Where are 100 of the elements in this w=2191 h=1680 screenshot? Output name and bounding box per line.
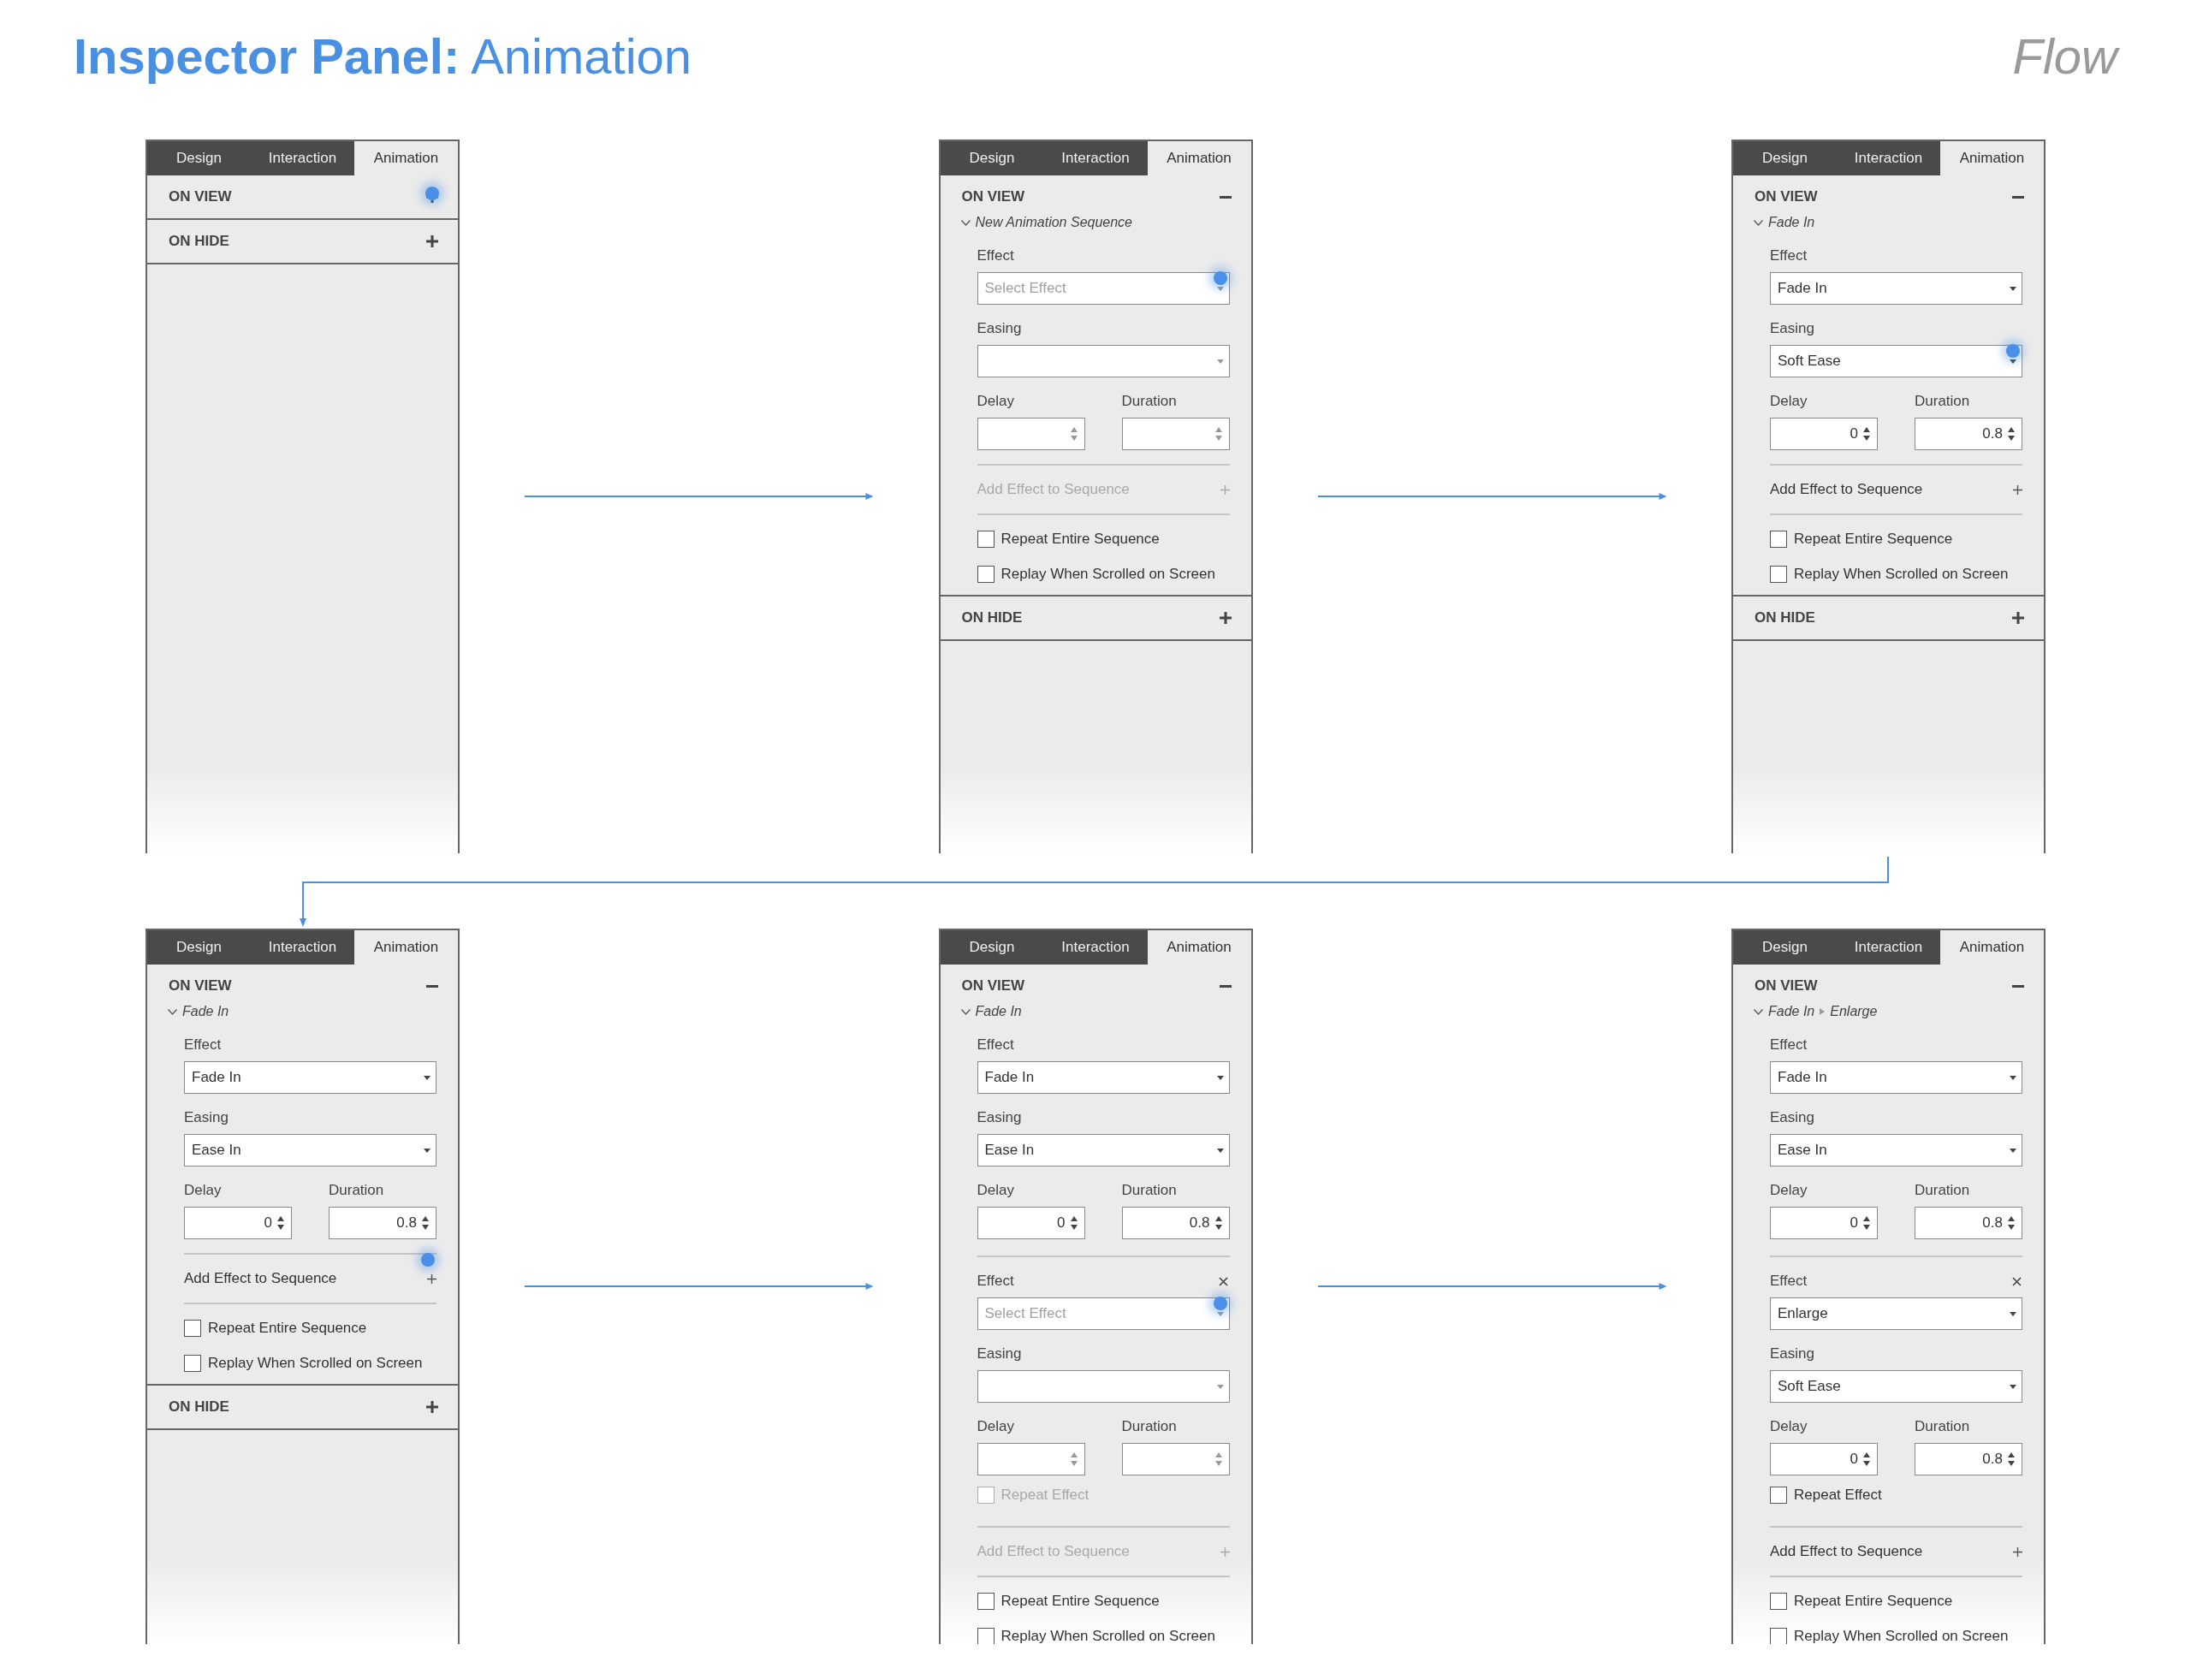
number-field[interactable] xyxy=(1121,418,1230,450)
field-label: Duration xyxy=(1121,392,1178,411)
dropdown[interactable]: Enlarge xyxy=(1770,1297,2022,1330)
tab[interactable]: Interaction xyxy=(251,930,354,965)
dropdown[interactable]: Fade In xyxy=(977,1061,1230,1094)
expand-button[interactable] xyxy=(424,1398,441,1416)
tab[interactable]: Animation xyxy=(1147,930,1251,965)
number-field[interactable]: 0 xyxy=(977,1207,1085,1239)
caret-icon xyxy=(424,1075,430,1080)
close-icon xyxy=(2011,1276,2022,1286)
stepper-icon xyxy=(2008,1452,2015,1466)
dropdown[interactable]: Ease In xyxy=(184,1134,436,1167)
remove-button[interactable] xyxy=(2010,1275,2022,1287)
section-title: ON VIEW xyxy=(961,187,1025,207)
tab[interactable]: Interaction xyxy=(1837,141,1940,175)
number-field[interactable]: 0.8 xyxy=(329,1207,436,1239)
dropdown[interactable]: Fade In xyxy=(1770,1061,2022,1094)
dropdown[interactable] xyxy=(977,345,1230,377)
number-field[interactable]: 0 xyxy=(1770,418,1878,450)
checkbox-label: Replay When Scrolled on Screen xyxy=(1000,1626,1215,1644)
tab[interactable]: Design xyxy=(1733,930,1837,965)
tab[interactable]: Design xyxy=(940,930,1044,965)
tab[interactable]: Interaction xyxy=(1043,930,1148,965)
tab[interactable]: Design xyxy=(147,141,251,175)
dropdown[interactable]: Ease In xyxy=(1770,1134,2022,1167)
number-field[interactable]: 0.8 xyxy=(1915,1443,2022,1475)
dropdown[interactable]: Fade In xyxy=(1770,272,2022,305)
field-label: Effect xyxy=(1770,246,1808,265)
field-label: Duration xyxy=(1915,392,1971,411)
number-field[interactable]: 0 xyxy=(1770,1443,1878,1475)
dropdown[interactable]: Soft Ease xyxy=(1770,1370,2022,1403)
expand-button[interactable] xyxy=(2010,609,2027,626)
sequence-name: Fade In xyxy=(975,1003,1022,1020)
tab[interactable]: Design xyxy=(147,930,251,965)
number-field[interactable] xyxy=(1121,1443,1230,1475)
stepper-icon xyxy=(1863,427,1870,441)
tab[interactable]: Animation xyxy=(354,141,458,175)
caret-icon xyxy=(1216,1148,1224,1153)
field-label: Easing xyxy=(1770,1108,1814,1127)
minus-icon xyxy=(1219,195,1232,199)
close-icon xyxy=(1219,1276,1228,1286)
tab[interactable]: Animation xyxy=(1940,930,2044,965)
field-label: Easing xyxy=(184,1108,229,1127)
checkbox[interactable] xyxy=(1770,1486,1787,1504)
checkbox[interactable] xyxy=(977,565,995,583)
number-field[interactable]: 0 xyxy=(184,1207,292,1239)
plus-icon xyxy=(2013,1546,2022,1557)
tab[interactable]: Animation xyxy=(1940,141,2044,175)
tab[interactable]: Interaction xyxy=(1043,141,1148,175)
tab[interactable]: Interaction xyxy=(251,141,354,175)
checkbox[interactable] xyxy=(184,1354,201,1372)
number-field[interactable]: 0.8 xyxy=(1121,1207,1230,1239)
dropdown[interactable] xyxy=(977,1370,1230,1403)
field-label: Duration xyxy=(1915,1417,1971,1436)
number-field[interactable]: 0 xyxy=(1770,1207,1878,1239)
checkbox[interactable] xyxy=(977,530,995,548)
section-title: ON VIEW xyxy=(1755,977,1818,996)
checkbox[interactable] xyxy=(1770,1627,1787,1644)
field-label: Effect xyxy=(184,1036,222,1054)
add-effect-button[interactable]: Add Effect to Sequence xyxy=(1770,1526,2022,1577)
plus-icon xyxy=(2013,484,2022,495)
checkbox[interactable] xyxy=(184,1319,201,1337)
dropdown[interactable]: Ease In xyxy=(977,1134,1230,1167)
stepper-icon xyxy=(2008,1216,2015,1230)
checkbox[interactable] xyxy=(1770,1592,1787,1610)
section-title: ON HIDE xyxy=(1755,608,1815,628)
minus-icon xyxy=(2012,984,2024,988)
stepper-icon xyxy=(1070,1452,1078,1466)
checkbox[interactable] xyxy=(1770,565,1787,583)
plus-icon xyxy=(426,235,438,247)
tab[interactable]: Interaction xyxy=(1837,930,1940,965)
tab[interactable]: Design xyxy=(940,141,1044,175)
add-effect-button[interactable]: Add Effect to Sequence xyxy=(184,1253,436,1304)
number-field[interactable]: 0.8 xyxy=(1915,1207,2022,1239)
field-label: Delay xyxy=(1770,392,1808,411)
placeholder: Select Effect xyxy=(984,279,1066,299)
dropdown[interactable]: Fade In xyxy=(184,1061,436,1094)
tab[interactable]: Animation xyxy=(1147,141,1251,175)
plus-icon xyxy=(1220,1546,1230,1557)
dropdown[interactable]: Soft Ease xyxy=(1770,345,2022,377)
number-field[interactable]: 0.8 xyxy=(1915,418,2022,450)
number-field[interactable] xyxy=(977,418,1085,450)
section-title: ON VIEW xyxy=(169,977,232,996)
caret-icon xyxy=(2010,1075,2016,1080)
field-label: Duration xyxy=(1121,1181,1178,1200)
checkbox[interactable] xyxy=(1770,530,1787,548)
number-field[interactable] xyxy=(977,1443,1085,1475)
stepper-icon xyxy=(1863,1216,1870,1230)
add-effect-button[interactable]: Add Effect to Sequence xyxy=(1770,464,2022,515)
checkbox[interactable] xyxy=(977,1627,995,1644)
stepper-icon xyxy=(1214,1216,1222,1230)
tab[interactable]: Animation xyxy=(354,930,458,965)
checkbox-label: Replay When Scrolled on Screen xyxy=(208,1353,423,1373)
remove-button[interactable] xyxy=(1217,1275,1230,1287)
checkbox[interactable] xyxy=(977,1592,995,1610)
stepper-icon xyxy=(422,1216,429,1230)
tab[interactable]: Design xyxy=(1733,141,1837,175)
expand-button[interactable] xyxy=(424,233,441,250)
page-title: Inspector Panel: Animation xyxy=(74,27,692,86)
stepper-icon xyxy=(2008,427,2015,441)
